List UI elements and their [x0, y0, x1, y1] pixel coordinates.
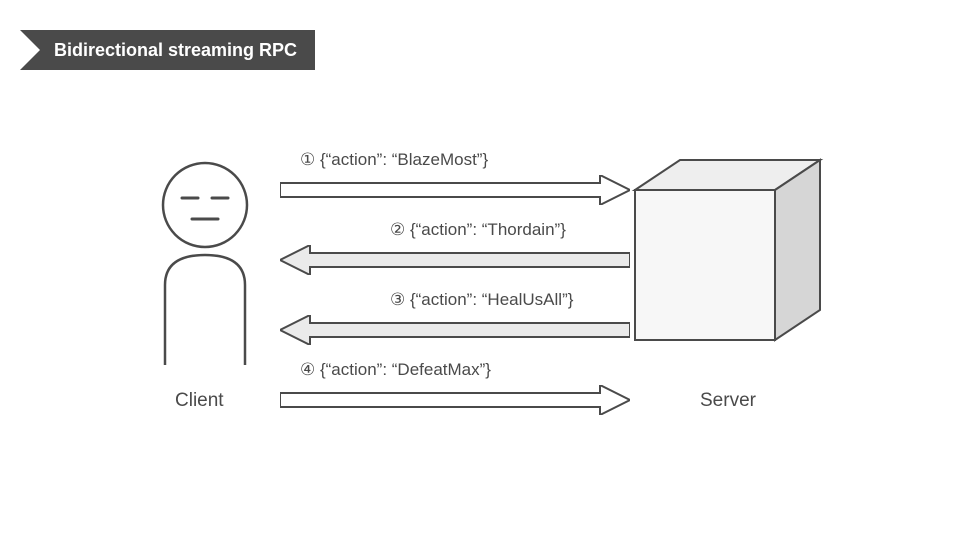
arrow-4-right — [280, 385, 630, 415]
arrow-2-left — [280, 245, 630, 275]
client-icon — [140, 155, 270, 375]
message-3-label: ③ {“action”: “HealUsAll”} — [390, 290, 573, 310]
arrow-1-right — [280, 175, 630, 205]
message-2-label: ② {“action”: “Thordain”} — [390, 220, 566, 240]
arrow-3-left — [280, 315, 630, 345]
server-label: Server — [700, 390, 756, 412]
client-label: Client — [175, 390, 224, 412]
message-4-label: ④ {“action”: “DefeatMax”} — [300, 360, 491, 380]
server-icon — [625, 155, 845, 355]
diagram-stage: Bidirectional streaming RPC ① {“a — [0, 0, 960, 540]
message-1-label: ① {“action”: “BlazeMost”} — [300, 150, 488, 170]
title-ribbon: Bidirectional streaming RPC — [20, 30, 315, 70]
title-text: Bidirectional streaming RPC — [54, 40, 297, 61]
